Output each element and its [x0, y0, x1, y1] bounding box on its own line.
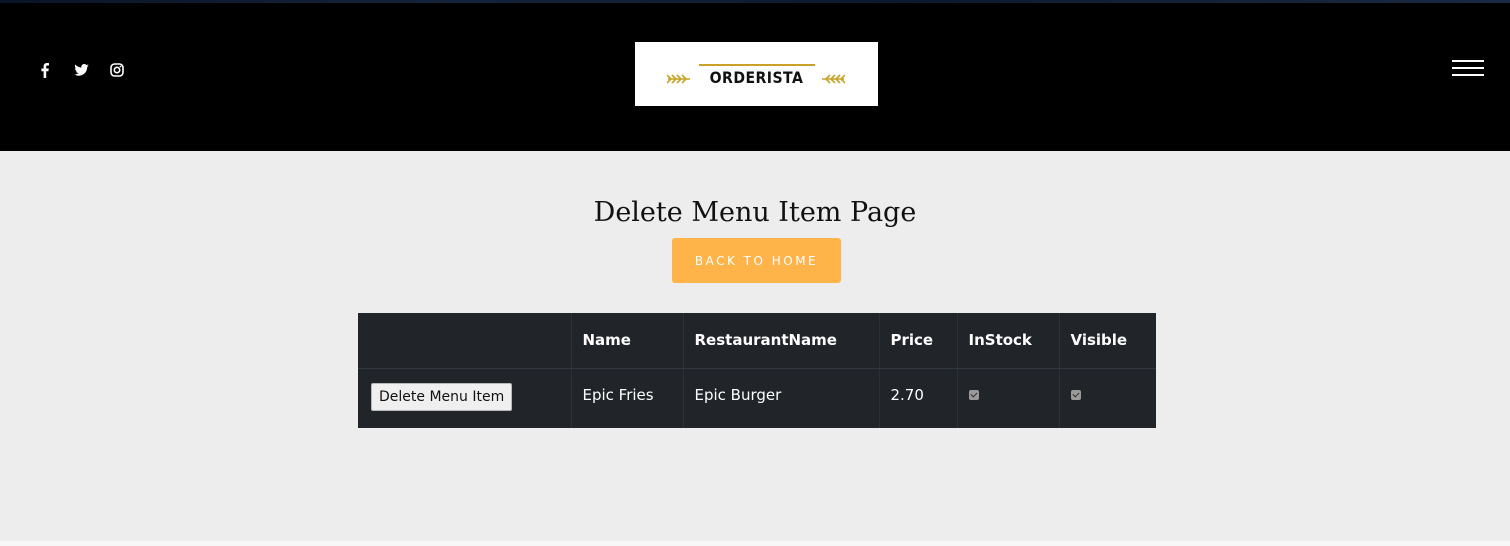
- price-cell: 2.70: [879, 368, 958, 428]
- page-title: Delete Menu Item Page: [593, 197, 917, 228]
- hamburger-bar: [1452, 74, 1484, 76]
- footer-edge: [0, 541, 1510, 546]
- menu-items-table: Name RestaurantName Price InStock Visibl…: [358, 313, 1156, 428]
- visible-checkbox[interactable]: [1070, 389, 1081, 400]
- table-row: Delete Menu Item Epic Fries Epic Burger …: [358, 368, 1156, 428]
- in-stock-cell: [957, 368, 1060, 428]
- instagram-icon[interactable]: [109, 61, 125, 79]
- column-header-restaurant-name: RestaurantName: [683, 313, 880, 369]
- back-to-home-button[interactable]: BACK TO HOME: [672, 238, 841, 283]
- logo-arrow-left-icon: [822, 74, 845, 84]
- restaurant-name-cell: Epic Burger: [683, 368, 880, 428]
- visible-cell: [1059, 368, 1156, 428]
- twitter-icon[interactable]: [73, 61, 89, 79]
- site-logo[interactable]: ORDERISTA: [635, 42, 878, 106]
- facebook-icon[interactable]: [37, 61, 53, 79]
- item-name-cell: Epic Fries: [571, 368, 684, 428]
- in-stock-checkbox[interactable]: [968, 389, 979, 400]
- hamburger-bar: [1452, 67, 1484, 69]
- column-header-visible: Visible: [1059, 313, 1156, 369]
- hamburger-icon[interactable]: [1452, 60, 1484, 76]
- column-header-in-stock: InStock: [957, 313, 1060, 369]
- site-header: ORDERISTA: [0, 0, 1510, 151]
- action-cell: Delete Menu Item: [358, 368, 572, 428]
- column-header-name: Name: [571, 313, 684, 369]
- delete-menu-item-button[interactable]: Delete Menu Item: [371, 382, 513, 411]
- table-header-row: Name RestaurantName Price InStock Visibl…: [358, 313, 1156, 369]
- header-top-strip: [0, 0, 1510, 3]
- column-header-price: Price: [879, 313, 958, 369]
- hamburger-bar: [1452, 60, 1484, 62]
- social-links: [37, 61, 125, 79]
- logo-rule: [699, 64, 815, 66]
- column-header-action: [358, 313, 572, 369]
